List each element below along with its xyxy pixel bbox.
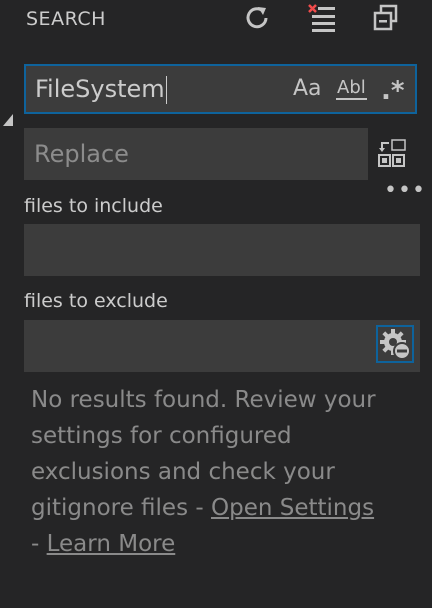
replace-input[interactable]: Replace xyxy=(34,128,129,180)
search-header-title: SEARCH xyxy=(26,8,106,30)
replace-all-icon[interactable] xyxy=(377,138,407,170)
collapse-all-icon[interactable] xyxy=(370,2,402,34)
open-settings-link[interactable]: Open Settings xyxy=(211,495,374,521)
match-whole-word-toggle[interactable]: Abl xyxy=(336,74,368,104)
exclude-label: files to exclude xyxy=(24,290,168,312)
include-input[interactable] xyxy=(24,224,420,276)
search-input[interactable]: FileSystem xyxy=(35,66,167,112)
use-regex-toggle[interactable]: .* xyxy=(381,74,411,106)
toggle-replace-icon[interactable] xyxy=(2,112,14,126)
use-exclude-settings-icon[interactable] xyxy=(376,325,414,363)
exclude-input[interactable] xyxy=(24,320,420,372)
include-label: files to include xyxy=(24,195,163,217)
search-field[interactable]: FileSystem Aa Abl .* xyxy=(24,64,417,114)
no-results-message: No results found. Review your settings f… xyxy=(31,387,376,557)
toggle-details-button[interactable]: ••• xyxy=(384,180,425,204)
learn-more-link[interactable]: Learn More xyxy=(47,531,176,557)
match-case-toggle[interactable]: Aa xyxy=(293,74,325,104)
clear-results-icon[interactable] xyxy=(306,2,338,34)
text-caret xyxy=(165,76,167,104)
replace-field[interactable]: Replace xyxy=(24,128,368,180)
refresh-icon[interactable] xyxy=(241,2,273,34)
